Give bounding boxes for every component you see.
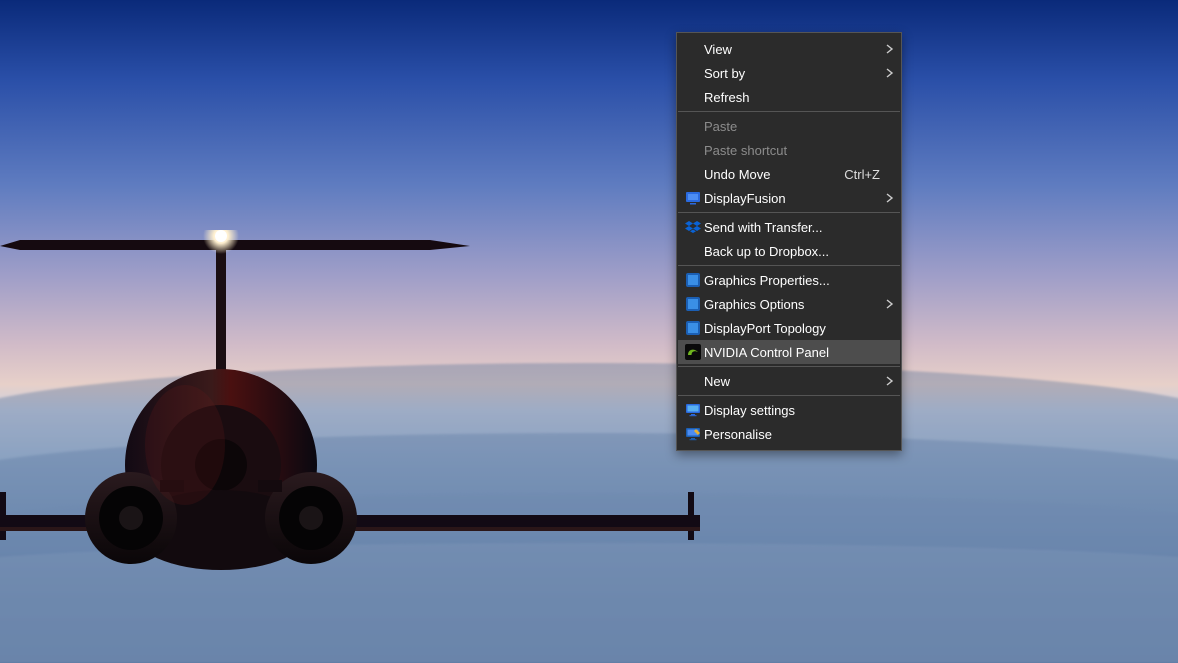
blank-icon	[682, 373, 704, 389]
wallpaper-mountains	[0, 403, 1178, 663]
intel-graphics-icon	[682, 272, 704, 288]
menu-item-paste: Paste	[678, 114, 900, 138]
menu-item-undo-move[interactable]: Undo Move Ctrl+Z	[678, 162, 900, 186]
intel-graphics-icon	[682, 296, 704, 312]
menu-item-label: Undo Move	[704, 167, 836, 182]
blank-icon	[682, 41, 704, 57]
menu-item-refresh[interactable]: Refresh	[678, 85, 900, 109]
intel-graphics-icon	[682, 320, 704, 336]
menu-item-displayfusion[interactable]: DisplayFusion	[678, 186, 900, 210]
menu-item-send-with-transfer[interactable]: Send with Transfer...	[678, 215, 900, 239]
display-settings-icon	[682, 402, 704, 418]
menu-item-display-settings[interactable]: Display settings	[678, 398, 900, 422]
blank-icon	[682, 166, 704, 182]
menu-item-label: Back up to Dropbox...	[704, 244, 880, 259]
blank-icon	[682, 142, 704, 158]
menu-item-shortcut: Ctrl+Z	[844, 167, 880, 182]
menu-item-label: Send with Transfer...	[704, 220, 880, 235]
blank-icon	[682, 118, 704, 134]
menu-item-new[interactable]: New	[678, 369, 900, 393]
menu-item-label: Graphics Options	[704, 297, 880, 312]
menu-item-label: Paste shortcut	[704, 143, 880, 158]
chevron-right-icon	[880, 44, 894, 54]
personalise-icon	[682, 426, 704, 442]
menu-item-label: Refresh	[704, 90, 880, 105]
displayfusion-icon	[682, 190, 704, 206]
chevron-right-icon	[880, 68, 894, 78]
menu-item-label: Graphics Properties...	[704, 273, 880, 288]
menu-item-label: Personalise	[704, 427, 880, 442]
wallpaper-airplane	[0, 230, 700, 660]
dropbox-icon	[682, 219, 704, 235]
menu-item-view[interactable]: View	[678, 37, 900, 61]
menu-item-paste-shortcut: Paste shortcut	[678, 138, 900, 162]
chevron-right-icon	[880, 193, 894, 203]
menu-item-nvidia-control-panel[interactable]: NVIDIA Control Panel	[678, 340, 900, 364]
nvidia-icon	[682, 344, 704, 360]
menu-item-label: View	[704, 42, 880, 57]
desktop-context-menu: View Sort by Refresh Paste Paste shortcu…	[676, 32, 902, 451]
menu-item-sort-by[interactable]: Sort by	[678, 61, 900, 85]
menu-item-label: DisplayFusion	[704, 191, 880, 206]
menu-item-back-up-dropbox[interactable]: Back up to Dropbox...	[678, 239, 900, 263]
menu-item-graphics-properties[interactable]: Graphics Properties...	[678, 268, 900, 292]
blank-icon	[682, 89, 704, 105]
menu-item-label: New	[704, 374, 880, 389]
menu-item-label: Sort by	[704, 66, 880, 81]
chevron-right-icon	[880, 299, 894, 309]
chevron-right-icon	[880, 376, 894, 386]
menu-item-displayport-topology[interactable]: DisplayPort Topology	[678, 316, 900, 340]
menu-item-graphics-options[interactable]: Graphics Options	[678, 292, 900, 316]
menu-item-label: Paste	[704, 119, 880, 134]
desktop-wallpaper[interactable]	[0, 0, 1178, 663]
menu-item-personalise[interactable]: Personalise	[678, 422, 900, 446]
menu-item-label: DisplayPort Topology	[704, 321, 880, 336]
blank-icon	[682, 243, 704, 259]
blank-icon	[682, 65, 704, 81]
menu-item-label: NVIDIA Control Panel	[704, 345, 880, 360]
menu-item-label: Display settings	[704, 403, 880, 418]
